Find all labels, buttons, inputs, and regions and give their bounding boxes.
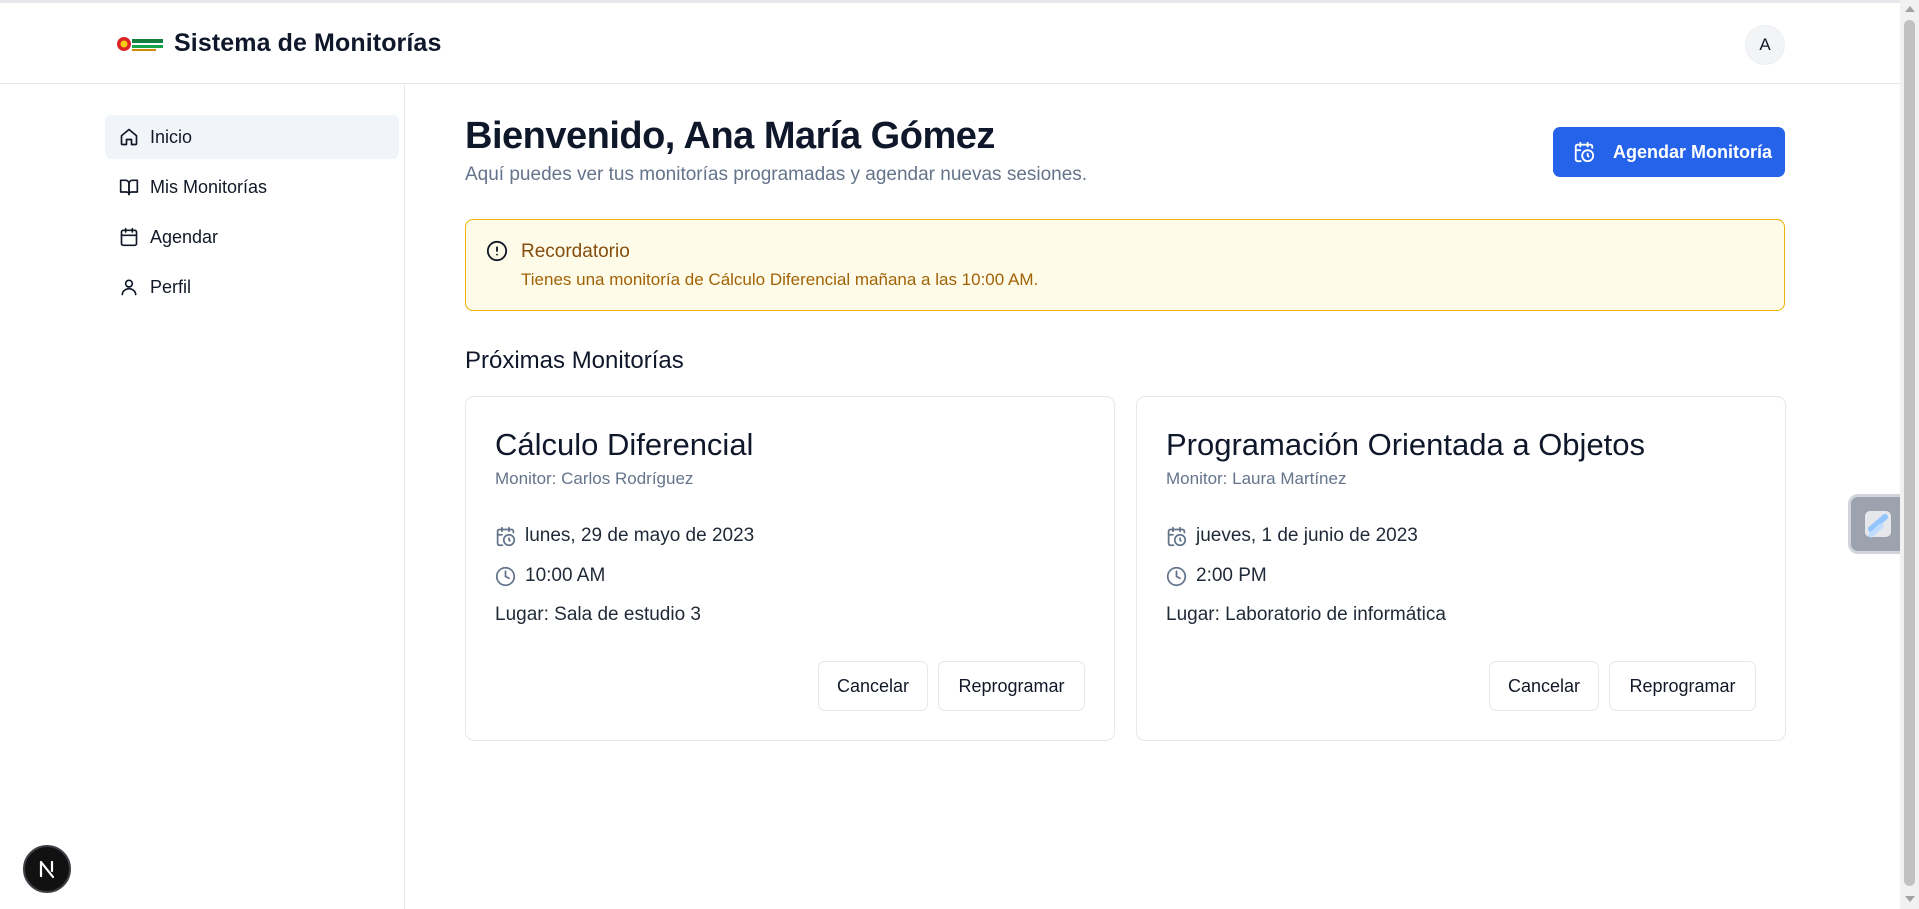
cancel-button[interactable]: Cancelar	[1489, 661, 1599, 711]
card-time-row: 2:00 PM	[1166, 565, 1267, 587]
monitoring-card: Programación Orientada a Objetos Monitor…	[1136, 396, 1786, 741]
schedule-monitoring-label: Agendar Monitoría	[1613, 141, 1773, 162]
sidebar-item-label: Mis Monitorías	[150, 177, 268, 197]
monitoring-card: Cálculo Diferencial Monitor: Carlos Rodr…	[465, 396, 1115, 741]
card-time: 2:00 PM	[1196, 565, 1267, 586]
alert-circle-icon	[486, 240, 508, 262]
nextjs-dev-icon[interactable]	[23, 845, 71, 893]
alert-text: Tienes una monitoría de Cálculo Diferenc…	[521, 270, 1039, 289]
sidebar: Inicio Mis Monitorías Agendar Perfil	[0, 85, 405, 909]
calendar-clock-icon	[1574, 141, 1595, 163]
scrollbar-thumb[interactable]	[1904, 20, 1915, 886]
calendar-clock-icon	[496, 526, 516, 546]
calendar-icon	[120, 227, 138, 247]
sidebar-item-label: Agendar	[150, 227, 219, 247]
clock-icon	[495, 566, 516, 586]
page-subtitle: Aquí puedes ver tus monitorías programad…	[465, 164, 1088, 185]
reschedule-button[interactable]: Reprogramar	[938, 661, 1085, 711]
sidebar-item-agendar[interactable]: Agendar	[105, 215, 399, 259]
extension-button[interactable]	[1848, 494, 1908, 554]
page-scrollbar[interactable]	[1900, 0, 1919, 909]
app-title: Sistema de Monitorías	[174, 29, 442, 57]
alert-title: Recordatorio	[521, 241, 630, 262]
card-title: Programación Orientada a Objetos	[1166, 427, 1646, 462]
clock-icon	[1166, 566, 1187, 586]
reschedule-button[interactable]: Reprogramar	[1609, 661, 1756, 711]
card-date: jueves, 1 de junio de 2023	[1196, 525, 1418, 546]
sidebar-item-label: Perfil	[150, 277, 192, 297]
section-title: Próximas Monitorías	[465, 347, 684, 374]
book-icon	[119, 179, 139, 196]
cancel-button[interactable]: Cancelar	[818, 661, 928, 711]
card-time: 10:00 AM	[525, 565, 606, 586]
card-time-row: 10:00 AM	[495, 565, 605, 587]
university-logo	[117, 37, 163, 51]
card-monitor: Monitor: Carlos Rodríguez	[495, 469, 694, 488]
card-monitor: Monitor: Laura Martínez	[1166, 469, 1347, 488]
card-date: lunes, 29 de mayo de 2023	[525, 525, 755, 546]
scroll-up-arrow[interactable]	[1905, 6, 1915, 12]
schedule-monitoring-button[interactable]: Agendar Monitoría	[1553, 127, 1785, 177]
sidebar-item-label: Inicio	[150, 127, 193, 147]
card-date-row: jueves, 1 de junio de 2023	[1166, 525, 1418, 547]
card-title: Cálculo Diferencial	[495, 427, 754, 462]
user-icon	[121, 279, 137, 296]
sidebar-item-mis-monitorias[interactable]: Mis Monitorías	[105, 165, 399, 209]
calendar-clock-icon	[1167, 526, 1187, 546]
extension-icon	[1865, 511, 1891, 538]
user-avatar[interactable]: A	[1745, 25, 1785, 65]
app-header: Sistema de Monitorías A	[0, 3, 1900, 84]
scroll-down-arrow[interactable]	[1905, 896, 1915, 902]
card-place: Lugar: Sala de estudio 3	[495, 604, 701, 625]
card-date-row: lunes, 29 de mayo de 2023	[495, 525, 754, 547]
page-title: Bienvenido, Ana María Gómez	[465, 115, 995, 157]
card-place: Lugar: Laboratorio de informática	[1166, 604, 1446, 625]
sidebar-item-inicio[interactable]: Inicio	[105, 115, 399, 159]
n-logo-icon	[39, 860, 55, 879]
reminder-alert: Recordatorio Tienes una monitoría de Cál…	[465, 219, 1785, 311]
home-icon	[120, 128, 138, 146]
sidebar-item-perfil[interactable]: Perfil	[105, 265, 399, 309]
